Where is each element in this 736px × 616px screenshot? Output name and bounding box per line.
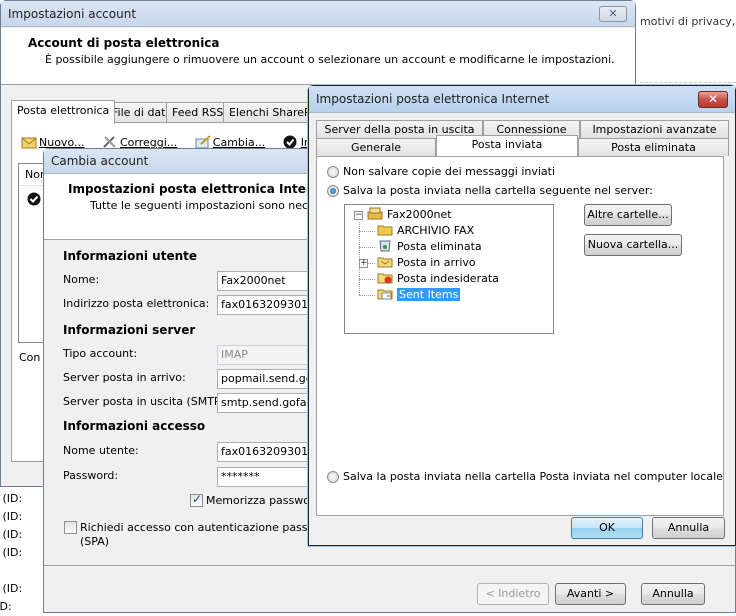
email-label: Indirizzo posta elettronica: bbox=[63, 297, 210, 310]
ok-button[interactable]: OK bbox=[571, 517, 643, 539]
tree-root-fax2000net[interactable]: Fax2000net bbox=[367, 207, 452, 223]
trash-folder-icon bbox=[379, 240, 391, 252]
list-item: 5 (ID: bbox=[0, 492, 23, 505]
collapse-icon[interactable]: − bbox=[354, 211, 363, 220]
tab-general[interactable]: Generale bbox=[316, 138, 436, 156]
tree-item-sent-items[interactable]: Sent Items bbox=[377, 287, 461, 303]
password-label: Password: bbox=[63, 469, 119, 482]
header-description: È possibile aggiungere o rimuovere un ac… bbox=[45, 53, 615, 66]
list-item bbox=[0, 562, 43, 580]
repair-account-button[interactable]: Correggi... bbox=[102, 135, 177, 149]
password-field[interactable]: ******* bbox=[217, 467, 317, 487]
username-field[interactable]: fax0163209301@s bbox=[217, 442, 317, 462]
save-local-label[interactable]: Salva la posta inviata nella cartella Po… bbox=[343, 470, 723, 483]
spa-label-line2[interactable]: (SPA) bbox=[80, 535, 109, 548]
incoming-server-field[interactable]: popmail.send.gofax.it bbox=[217, 369, 317, 389]
internet-settings-dialog: Impostazioni posta elettronica Internet … bbox=[308, 85, 736, 546]
tree-line bbox=[359, 231, 375, 232]
close-button[interactable]: ✕ bbox=[698, 91, 728, 108]
folder-tree[interactable]: − Fax2000net ARCHIVIO FAX Posta eliminat… bbox=[344, 204, 554, 334]
tree-item-archivio-fax[interactable]: ARCHIVIO FAX bbox=[377, 223, 474, 239]
close-icon: ✕ bbox=[608, 7, 618, 20]
tree-item-posta-in-arrivo[interactable]: Posta in arrivo bbox=[377, 255, 476, 271]
check-circle-icon bbox=[283, 135, 297, 149]
sent-items-panel: Non salvare copie dei messaggi inviati S… bbox=[316, 156, 724, 516]
list-item: 5 (ID: bbox=[0, 510, 23, 523]
tab-advanced[interactable]: Impostazioni avanzate bbox=[580, 120, 729, 138]
expand-icon[interactable]: + bbox=[359, 259, 368, 268]
name-field[interactable]: Fax2000net bbox=[217, 271, 317, 291]
next-button[interactable]: Avanti > bbox=[555, 583, 626, 605]
cancel-button[interactable]: Annulla bbox=[641, 583, 705, 605]
list-item: 2 (ID: bbox=[0, 528, 23, 541]
remember-password-label[interactable]: Memorizza password bbox=[206, 494, 321, 507]
account-settings-titlebar[interactable]: Impostazioni account bbox=[1, 1, 635, 27]
change-account-button[interactable]: Cambia... bbox=[195, 135, 265, 149]
tools-icon bbox=[103, 136, 116, 148]
background-divider bbox=[640, 82, 736, 83]
account-type-label: Tipo account: bbox=[63, 347, 138, 360]
default-account-check-icon bbox=[27, 192, 41, 206]
tree-item-posta-indesiderata[interactable]: Posta indesiderata bbox=[377, 271, 499, 287]
tree-line bbox=[359, 279, 375, 280]
internet-settings-titlebar[interactable]: Impostazioni posta elettronica Internet bbox=[309, 86, 735, 113]
save-local-radio[interactable] bbox=[327, 471, 339, 483]
save-server-radio[interactable] bbox=[327, 185, 339, 197]
new-mail-icon bbox=[21, 137, 37, 149]
account-type-field: IMAP bbox=[217, 345, 317, 365]
outgoing-server-field[interactable]: smtp.send.gofax.it bbox=[217, 393, 317, 413]
junk-folder-icon bbox=[377, 273, 393, 284]
account-settings-header: Account di posta elettronica È possibile… bbox=[1, 28, 635, 85]
username-label: Nome utente: bbox=[63, 444, 139, 457]
remember-password-checkbox[interactable] bbox=[190, 492, 203, 507]
more-folders-button[interactable]: Altre cartelle... bbox=[584, 204, 672, 226]
close-button[interactable]: ✕ bbox=[599, 6, 627, 22]
folder-icon bbox=[377, 225, 393, 236]
server-info-section-title: Informazioni server bbox=[63, 323, 196, 337]
cancel-button[interactable]: Annulla bbox=[652, 517, 725, 539]
background-browser-text: motivi di privacy, il d bbox=[640, 15, 736, 28]
new-folder-button[interactable]: Nuova cartella... bbox=[584, 234, 682, 256]
tree-line bbox=[359, 295, 375, 296]
tab-sent-items[interactable]: Posta inviata bbox=[436, 135, 578, 156]
tree-line bbox=[359, 247, 375, 248]
email-field[interactable]: fax0163209301@s bbox=[217, 295, 317, 315]
background-list: 5 (ID: 5 (ID: 2 (ID: 9 (ID: 4 (ID: (ID: bbox=[0, 490, 44, 613]
footer-separator bbox=[44, 565, 735, 566]
header-title: Impostazioni posta elettronica Internet bbox=[68, 182, 335, 196]
no-save-label[interactable]: Non salvare copie dei messaggi inviati bbox=[343, 165, 555, 178]
list-item: 9 (ID: bbox=[0, 546, 23, 559]
back-button[interactable]: < Indietro bbox=[477, 583, 549, 605]
name-label: Nome: bbox=[63, 273, 100, 286]
login-info-section-title: Informazioni accesso bbox=[63, 419, 206, 433]
tab-deleted-items[interactable]: Posta eliminata bbox=[578, 138, 729, 156]
no-save-radio[interactable] bbox=[327, 166, 339, 178]
tab-file-di-dati[interactable]: File di dati bbox=[106, 102, 175, 123]
list-item: (ID: bbox=[0, 600, 12, 613]
header-title: Account di posta elettronica bbox=[28, 36, 220, 50]
list-item: 4 (ID: bbox=[0, 582, 23, 595]
mailbox-icon bbox=[367, 207, 383, 220]
incoming-server-label: Server posta in arrivo: bbox=[63, 371, 186, 384]
tab-feed-rss[interactable]: Feed RSS bbox=[166, 102, 230, 123]
spa-checkbox[interactable] bbox=[64, 521, 77, 534]
edit-mail-icon bbox=[195, 135, 211, 149]
tab-posta-elettronica[interactable]: Posta elettronica bbox=[11, 100, 116, 124]
user-info-section-title: Informazioni utente bbox=[63, 249, 198, 263]
inbox-folder-icon bbox=[377, 257, 393, 268]
sent-folder-icon bbox=[377, 289, 393, 300]
settings-tabs: Server della posta in uscita Connessione… bbox=[316, 120, 729, 158]
new-account-button[interactable]: Nuovo... bbox=[21, 135, 84, 149]
tree-item-posta-eliminata[interactable]: Posta eliminata bbox=[377, 239, 482, 255]
outgoing-server-label: Server posta in uscita (SMTP): bbox=[63, 395, 229, 408]
save-server-label[interactable]: Salva la posta inviata nella cartella se… bbox=[343, 184, 653, 197]
close-icon: ✕ bbox=[707, 92, 719, 106]
